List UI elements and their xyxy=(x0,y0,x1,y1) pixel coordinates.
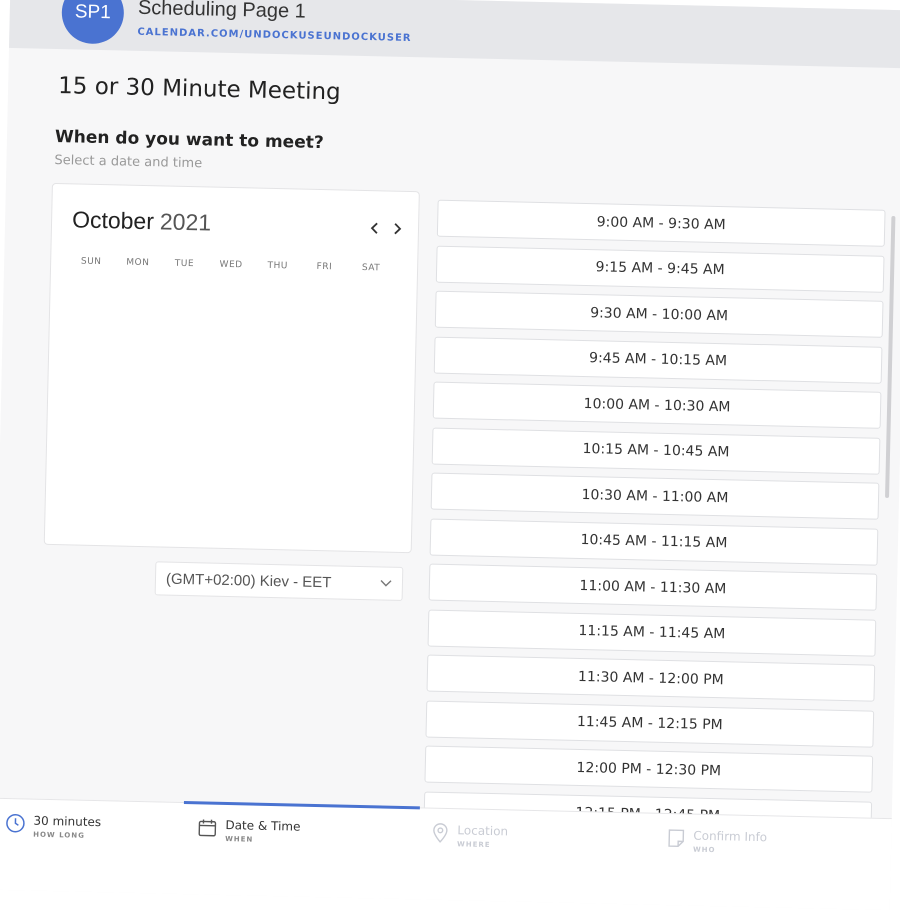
step-label: Confirm Info xyxy=(693,828,768,845)
weekday-label: SUN xyxy=(80,256,102,268)
time-slot-button[interactable]: 11:00 AM - 11:30 AM xyxy=(428,563,878,611)
time-slot-button[interactable]: 9:00 AM - 9:30 AM xyxy=(436,199,886,247)
step-label: 30 minutes xyxy=(33,813,102,830)
date-picker-calendar: October 2021 SUN MON TUE WED THU FRI SAT xyxy=(43,182,420,554)
weekday-label: TUE xyxy=(174,258,195,270)
time-slot-button[interactable]: 9:15 AM - 9:45 AM xyxy=(435,245,885,293)
weekday-label: THU xyxy=(267,260,289,272)
time-slot-button[interactable]: 11:15 AM - 11:45 AM xyxy=(427,609,877,657)
time-slot-scrollbar[interactable] xyxy=(885,215,896,498)
calendar-year: 2021 xyxy=(159,208,212,236)
active-step-indicator xyxy=(183,801,420,810)
step-label: Date & Time xyxy=(225,818,301,834)
calendar-nav xyxy=(370,221,402,240)
calendar-icon xyxy=(198,819,217,837)
step-sublabel: WHERE xyxy=(456,840,491,850)
time-slot-button[interactable]: 10:00 AM - 10:30 AM xyxy=(432,381,882,429)
step-sublabel: WHO xyxy=(692,845,716,855)
time-slot-list: 9:00 AM - 9:30 AM 9:15 AM - 9:45 AM 9:30… xyxy=(423,199,886,847)
chevron-right-icon[interactable] xyxy=(392,222,402,240)
when-subheading: Select a date and time xyxy=(54,152,203,172)
timezone-value: (GMT+02:00) Kiev - EET xyxy=(165,570,332,591)
time-slot-button[interactable]: 10:15 AM - 10:45 AM xyxy=(431,427,881,475)
weekday-label: FRI xyxy=(316,261,333,273)
scheduling-page: SP1 Scheduling Page 1 CALENDAR.COM/UNDOC… xyxy=(0,0,900,910)
weekday-header: SUN MON TUE WED THU FRI SAT xyxy=(71,256,391,274)
time-slot-button[interactable]: 10:30 AM - 11:00 AM xyxy=(430,472,880,520)
page-name: Scheduling Page 1 xyxy=(137,0,307,23)
meeting-title: 15 or 30 Minute Meeting xyxy=(57,73,341,106)
calendar-month-year: October 2021 xyxy=(72,206,212,236)
step-location[interactable]: Location WHERE xyxy=(431,823,508,850)
step-date-time[interactable]: Date & Time WHEN xyxy=(197,817,301,844)
location-pin-icon xyxy=(433,823,448,843)
weekday-label: WED xyxy=(219,259,243,271)
avatar: SP1 xyxy=(61,0,125,45)
when-heading: When do you want to meet? xyxy=(54,126,324,154)
step-sublabel: WHEN xyxy=(225,834,254,844)
chevron-left-icon[interactable] xyxy=(370,221,380,239)
time-slot-button[interactable]: 11:30 AM - 12:00 PM xyxy=(426,654,876,702)
step-duration[interactable]: 30 minutes HOW LONG xyxy=(5,813,101,840)
page-header: SP1 Scheduling Page 1 CALENDAR.COM/UNDOC… xyxy=(0,0,900,70)
time-slot-button[interactable]: 11:45 AM - 12:15 PM xyxy=(425,700,875,748)
time-slot-button[interactable]: 9:45 AM - 10:15 AM xyxy=(433,336,883,384)
step-sublabel: HOW LONG xyxy=(33,830,85,840)
clock-icon xyxy=(6,813,25,833)
weekday-label: MON xyxy=(126,257,150,269)
timezone-select[interactable]: (GMT+02:00) Kiev - EET xyxy=(154,561,404,601)
step-label: Location xyxy=(457,823,509,839)
page-url-link[interactable]: CALENDAR.COM/UNDOCKUSEUNDOCKUSER xyxy=(137,27,411,44)
time-slot-button[interactable]: 10:45 AM - 11:15 AM xyxy=(429,518,879,566)
chevron-down-icon xyxy=(380,579,392,587)
time-slot-button[interactable]: 9:30 AM - 10:00 AM xyxy=(434,290,884,338)
note-icon xyxy=(668,829,685,847)
step-confirm-info[interactable]: Confirm Info WHO xyxy=(667,828,767,855)
calendar-month: October xyxy=(71,206,155,235)
time-slot-button[interactable]: 12:00 PM - 12:30 PM xyxy=(424,745,874,793)
weekday-label: SAT xyxy=(361,262,381,274)
